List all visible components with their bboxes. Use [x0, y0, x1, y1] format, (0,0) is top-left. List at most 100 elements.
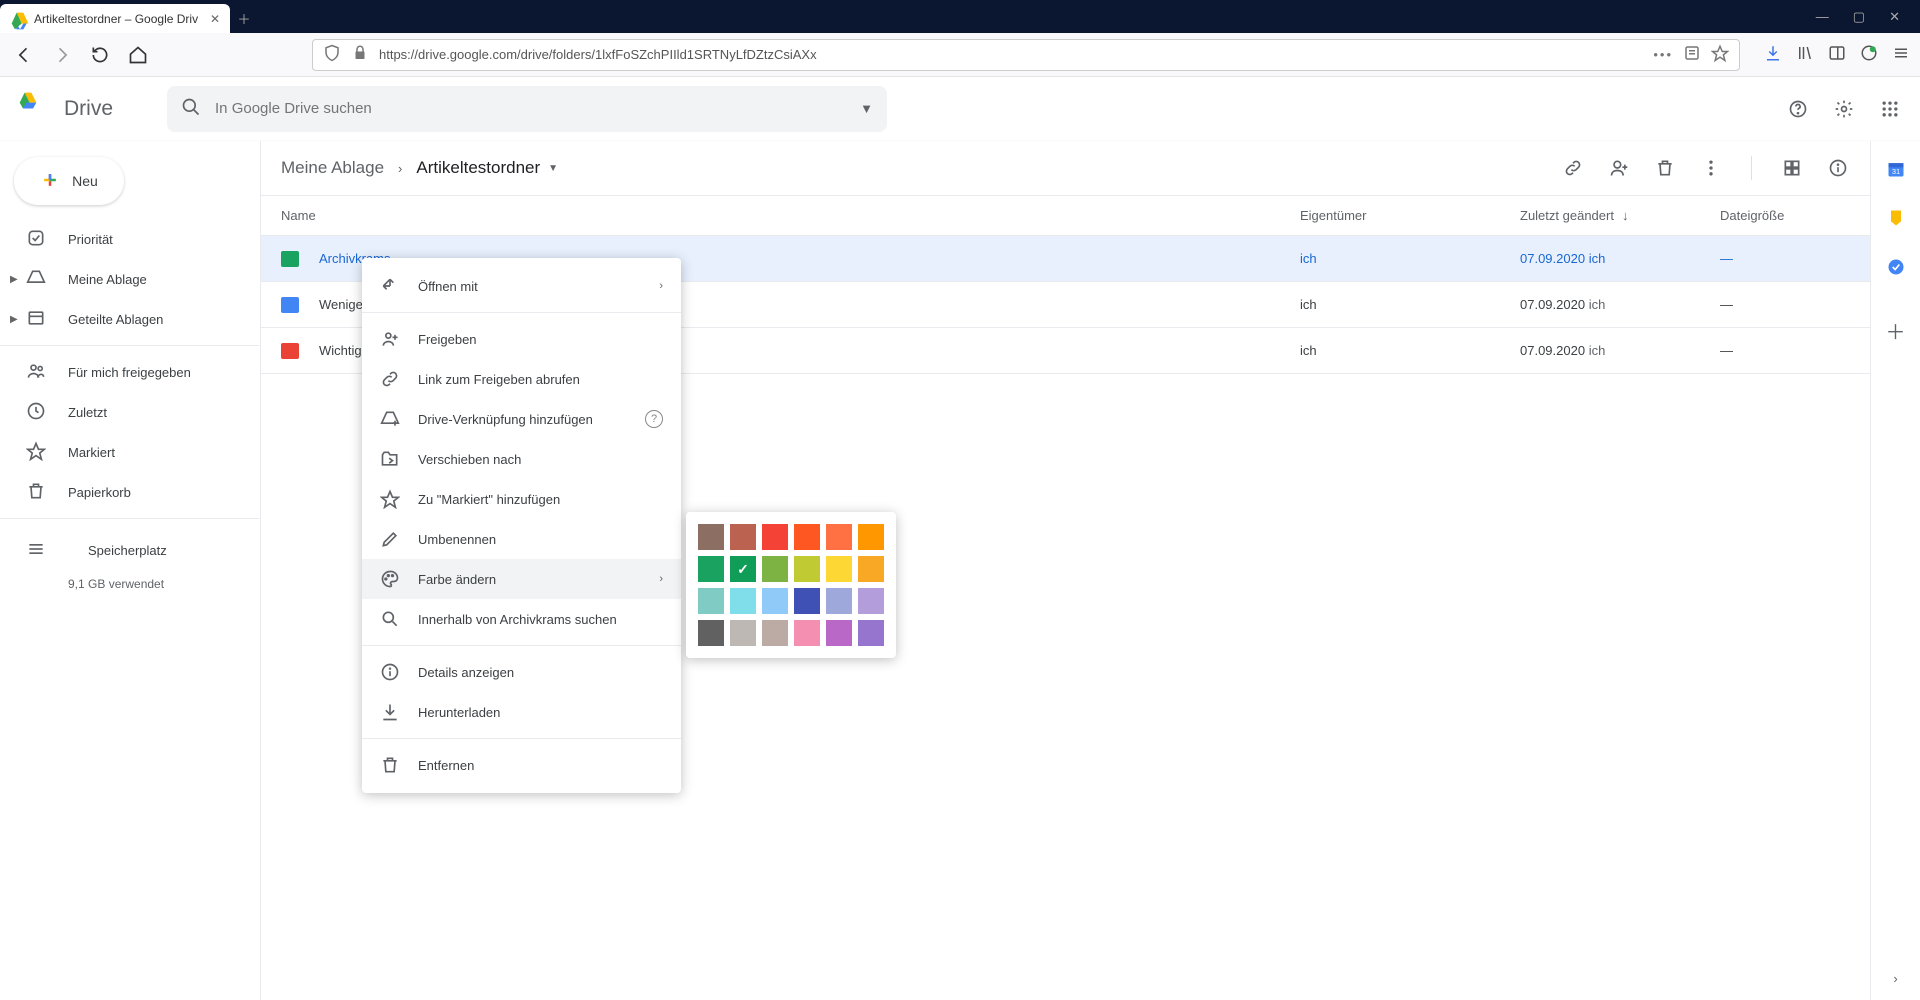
color-swatch[interactable] [762, 556, 788, 582]
context-move-to[interactable]: Verschieben nach [362, 439, 681, 479]
expand-caret-icon[interactable]: ▶ [10, 274, 18, 285]
color-swatch[interactable] [858, 524, 884, 550]
color-swatch[interactable] [730, 524, 756, 550]
downloads-icon[interactable] [1764, 44, 1782, 65]
color-swatch[interactable] [698, 620, 724, 646]
new-button[interactable]: Neu [14, 157, 124, 205]
close-tab-icon[interactable]: ✕ [210, 12, 220, 26]
sidebar-item-priority[interactable]: Priorität [0, 219, 259, 259]
help-icon[interactable]: ? [645, 410, 663, 428]
search-input[interactable] [215, 100, 846, 117]
drive-logo[interactable]: Drive [18, 91, 113, 127]
url-text: https://drive.google.com/drive/folders/1… [379, 47, 1643, 62]
sidebar-item-starred[interactable]: Markiert [0, 432, 259, 472]
forward-button[interactable] [48, 41, 76, 69]
menu-icon[interactable] [1892, 44, 1910, 65]
color-swatch[interactable] [698, 524, 724, 550]
back-button[interactable] [10, 41, 38, 69]
url-bar[interactable]: https://drive.google.com/drive/folders/1… [312, 39, 1740, 71]
color-swatch[interactable] [794, 588, 820, 614]
keep-icon[interactable] [1886, 208, 1906, 231]
account-icon[interactable] [1860, 44, 1878, 65]
color-swatch[interactable] [730, 556, 756, 582]
color-swatch[interactable] [794, 524, 820, 550]
color-swatch[interactable] [858, 588, 884, 614]
calendar-icon[interactable]: 31 [1886, 159, 1906, 182]
sidebar-item-shared-with-me[interactable]: Für mich freigegeben [0, 352, 259, 392]
color-swatch[interactable] [730, 588, 756, 614]
get-link-icon[interactable] [1561, 156, 1585, 180]
context-rename[interactable]: Umbenennen [362, 519, 681, 559]
context-remove[interactable]: Entfernen [362, 745, 681, 785]
expand-caret-icon[interactable]: ▶ [10, 314, 18, 325]
sidebar-item-storage[interactable]: Speicherplatz [0, 525, 259, 565]
breadcrumb-bar: Meine Ablage › Artikeltestordner ▼ [261, 141, 1870, 196]
delete-icon[interactable] [1653, 156, 1677, 180]
color-swatch[interactable] [730, 620, 756, 646]
context-search-within[interactable]: Innerhalb von Archivkrams suchen [362, 599, 681, 639]
browser-tab[interactable]: Artikeltestordner – Google Driv ✕ [0, 4, 230, 33]
context-add-shortcut[interactable]: Drive-Verknüpfung hinzufügen ? [362, 399, 681, 439]
file-modified: 07.09.2020 ich [1520, 251, 1720, 266]
color-swatch[interactable] [826, 620, 852, 646]
breadcrumb-root[interactable]: Meine Ablage [281, 158, 384, 178]
add-person-icon[interactable] [1607, 156, 1631, 180]
chevron-down-icon[interactable]: ▼ [548, 163, 558, 174]
color-swatch[interactable] [794, 620, 820, 646]
collapse-panel-icon[interactable]: › [1893, 971, 1897, 986]
new-tab-button[interactable]: ＋ [230, 4, 258, 33]
sidebar-item-shared-drives[interactable]: ▶ Geteilte Ablagen [0, 299, 259, 339]
window-close-icon[interactable]: ✕ [1889, 9, 1900, 25]
color-swatch[interactable] [762, 620, 788, 646]
color-swatch[interactable] [762, 588, 788, 614]
color-swatch[interactable] [698, 588, 724, 614]
context-share[interactable]: Freigeben [362, 319, 681, 359]
help-icon[interactable] [1786, 97, 1810, 121]
color-swatch[interactable] [826, 556, 852, 582]
info-icon[interactable] [1826, 156, 1850, 180]
color-swatch[interactable] [858, 556, 884, 582]
context-change-color[interactable]: Farbe ändern › [362, 559, 681, 599]
grid-view-icon[interactable] [1780, 156, 1804, 180]
search-bar[interactable]: ▼ [167, 86, 887, 132]
context-get-link[interactable]: Link zum Freigeben abrufen [362, 359, 681, 399]
color-swatch[interactable] [858, 620, 884, 646]
window-minimize-icon[interactable]: — [1816, 9, 1829, 24]
color-picker [686, 512, 896, 658]
library-icon[interactable] [1796, 44, 1814, 65]
context-add-starred[interactable]: Zu "Markiert" hinzufügen [362, 479, 681, 519]
drive-favicon [10, 11, 26, 27]
window-maximize-icon[interactable]: ▢ [1853, 9, 1865, 25]
search-options-icon[interactable]: ▼ [860, 101, 873, 116]
apps-grid-icon[interactable] [1878, 97, 1902, 121]
divider [1751, 156, 1752, 180]
color-swatch[interactable] [826, 588, 852, 614]
add-person-icon [380, 329, 400, 349]
reload-button[interactable] [86, 41, 114, 69]
context-view-details[interactable]: Details anzeigen [362, 652, 681, 692]
sidebar-toggle-icon[interactable] [1828, 44, 1846, 65]
meatball-icon[interactable]: ••• [1653, 47, 1673, 62]
home-button[interactable] [124, 41, 152, 69]
sidebar-item-my-drive[interactable]: ▶ Meine Ablage [0, 259, 259, 299]
reader-icon[interactable] [1683, 44, 1701, 65]
context-download[interactable]: Herunterladen [362, 692, 681, 732]
context-open-with[interactable]: Öffnen mit › [362, 266, 681, 306]
gear-icon[interactable] [1832, 97, 1856, 121]
breadcrumb-current[interactable]: Artikeltestordner [416, 158, 540, 178]
color-swatch[interactable] [698, 556, 724, 582]
column-modified[interactable]: Zuletzt geändert ↓ [1520, 208, 1720, 223]
tasks-icon[interactable] [1886, 257, 1906, 280]
column-name[interactable]: Name [281, 208, 1300, 223]
column-size[interactable]: Dateigröße [1720, 208, 1850, 223]
color-swatch[interactable] [826, 524, 852, 550]
kebab-menu-icon[interactable] [1699, 156, 1723, 180]
color-swatch[interactable] [762, 524, 788, 550]
bookmark-star-icon[interactable] [1711, 44, 1729, 65]
sidebar-item-trash[interactable]: Papierkorb [0, 472, 259, 512]
add-addon-icon[interactable]: ＋ [1886, 316, 1906, 345]
color-swatch[interactable] [794, 556, 820, 582]
column-owner[interactable]: Eigentümer [1300, 208, 1520, 223]
sidebar-item-recent[interactable]: Zuletzt [0, 392, 259, 432]
palette-icon [380, 569, 400, 589]
